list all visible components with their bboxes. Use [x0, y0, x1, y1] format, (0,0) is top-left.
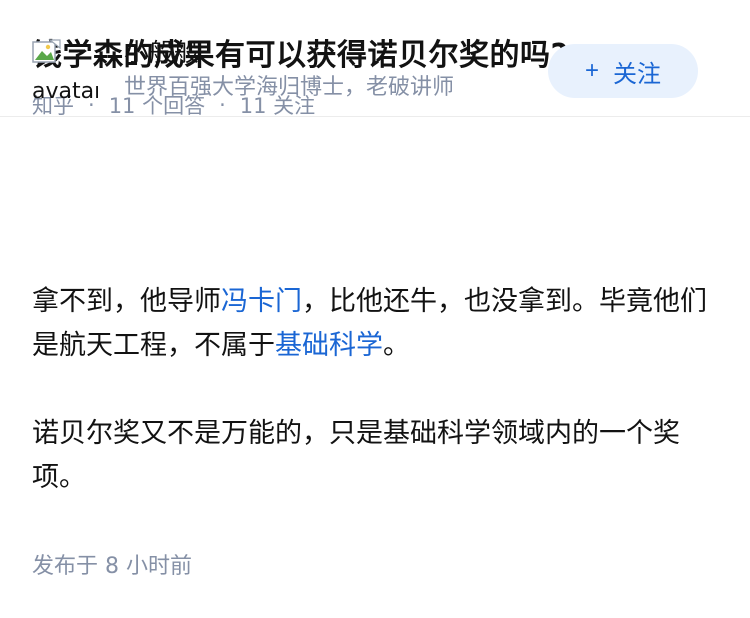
avatar-alt-text: avatar — [32, 79, 98, 104]
answer-text: 拿不到，他导师 — [32, 286, 221, 317]
answer-text: 。 — [383, 330, 410, 361]
link-von-karman[interactable]: 冯卡门 — [221, 286, 302, 317]
author-name[interactable]: 小般般 — [124, 36, 454, 70]
broken-image-icon — [32, 39, 61, 63]
author-bio: 世界百强大学海归博士，老破讲师 — [124, 75, 455, 100]
answer-paragraph: 诺贝尔奖又不是万能的，只是基础科学领域内的一个奖项。 — [32, 418, 680, 493]
follow-button[interactable]: + 关注 — [548, 44, 698, 98]
plus-icon: + — [584, 57, 599, 84]
publish-time: 发布于 8 小时前 — [32, 554, 192, 579]
follow-button-label: 关注 — [613, 60, 661, 88]
answer-paragraph: 拿不到，他导师冯卡门，比他还牛，也没拿到。毕竟他们是航天工程，不属于基础科学。 — [32, 280, 712, 368]
answer-body: 拿不到，他导师冯卡门，比他还牛，也没拿到。毕竟他们是航天工程，不属于基础科学。 … — [32, 280, 712, 544]
author-info: 小般般 世界百强大学海归博士，老破讲师 — [124, 36, 454, 104]
link-basic-science[interactable]: 基础科学 — [275, 330, 383, 361]
avatar[interactable]: avatar — [32, 38, 98, 104]
